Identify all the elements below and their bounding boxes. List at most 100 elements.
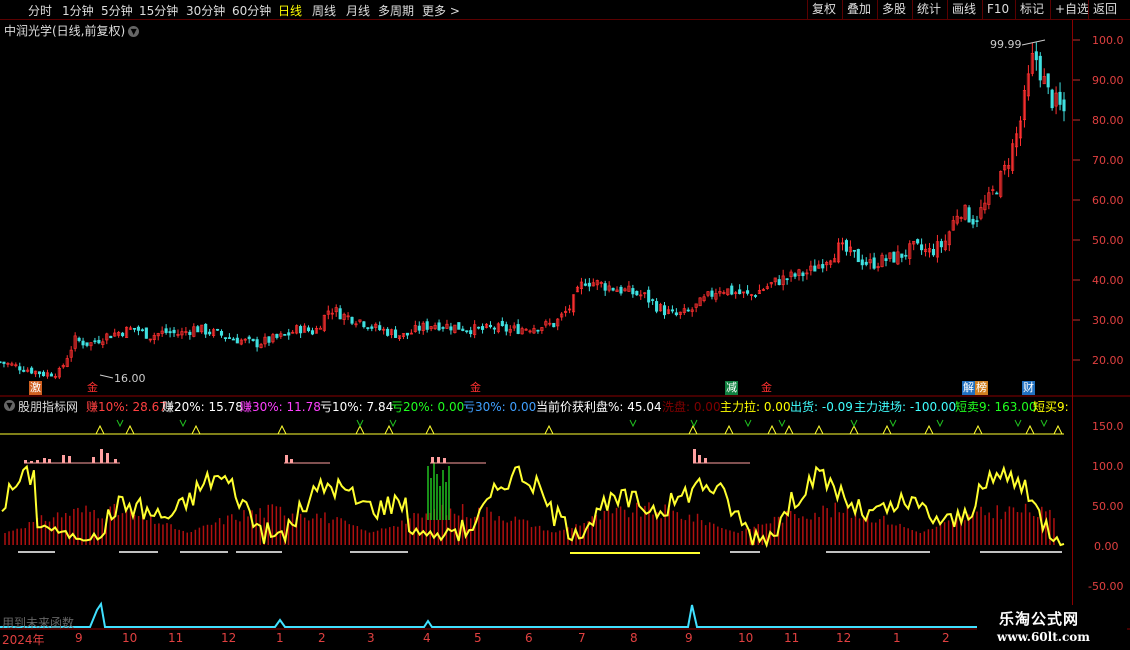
date-tick: 9: [685, 631, 693, 645]
candle-body: [299, 326, 303, 334]
date-tick: 2024年: [2, 633, 45, 647]
signal-spike: [191, 424, 201, 435]
candle-body: [30, 367, 34, 374]
candle-body: [38, 371, 42, 375]
date-axis: 2024年 9 10 11 12 1 2 3 4 5 6 7 8 9 10 11…: [0, 630, 1072, 650]
candle-body: [884, 258, 888, 261]
candle-body: [144, 327, 148, 339]
green-tick: [778, 419, 786, 428]
price-tick: 100.0: [1092, 34, 1124, 47]
candle-body: [188, 331, 192, 335]
candle-body: [785, 278, 789, 281]
candle-body: [1050, 89, 1054, 109]
pink-bar: [48, 459, 51, 463]
green-tick: [389, 419, 397, 428]
green-tick: [116, 419, 124, 428]
date-tick: 12: [836, 631, 852, 645]
candle-body: [306, 327, 311, 332]
indicator-name: 股朋指标网: [18, 400, 79, 413]
indicator-tick: 100.0: [1092, 460, 1124, 473]
candle-body: [813, 265, 817, 272]
candle-body: [469, 330, 473, 335]
signal-spike: [924, 424, 934, 435]
indicator-value: 短买9:: [1033, 400, 1069, 413]
candle-body: [738, 289, 742, 295]
price-tick: 20.00: [1092, 354, 1124, 367]
signal-spike: [724, 424, 734, 435]
candle-body: [121, 332, 125, 337]
candle-body: [801, 272, 805, 277]
candle-body: [208, 331, 212, 335]
candle-body: [587, 282, 591, 287]
cyan-signal-line: [0, 601, 977, 628]
pink-bar: [431, 457, 434, 463]
candle-body: [22, 369, 26, 372]
green-tick: [889, 419, 897, 428]
indicator-value: 赚30%: 11.78: [240, 400, 321, 413]
candle-body: [287, 332, 291, 336]
signal-badge: 金: [470, 381, 481, 394]
date-tick: 2: [318, 631, 326, 645]
candle-body: [481, 326, 485, 330]
candle-body: [223, 337, 228, 339]
candle-body: [247, 336, 251, 340]
candle-body: [852, 249, 856, 252]
candlestick-series: [0, 39, 1066, 380]
date-tick: 8: [630, 631, 638, 645]
candle-body: [267, 336, 271, 343]
candle-body: [275, 333, 279, 338]
candle-body: [366, 327, 370, 329]
candle-body: [168, 331, 172, 334]
green-tick: [690, 419, 698, 428]
candle-body: [647, 289, 651, 303]
watermark: 乐淘公式网 www.60lt.com: [977, 605, 1127, 650]
candle-body: [449, 326, 453, 331]
indicator-toggle[interactable]: ▼: [4, 398, 15, 412]
signal-badge: 减: [725, 381, 738, 395]
candle-body: [461, 328, 465, 331]
indicator-tick: 150.0: [1092, 420, 1124, 433]
candle-body: [516, 324, 520, 334]
indicator-value: 赚10%: 28.67: [86, 400, 167, 413]
green-tick: [629, 419, 637, 428]
indicator-value: 亏30%: 0.00: [463, 400, 537, 413]
candle-body: [370, 326, 374, 329]
candle-body: [931, 249, 936, 256]
indicator-value: 洗盘: 0.00: [662, 400, 721, 413]
pink-bar: [114, 459, 117, 463]
candle-body: [49, 373, 53, 377]
green-tick: [179, 419, 187, 428]
signal-badge: 金: [87, 381, 98, 394]
signal-spike: [384, 424, 394, 435]
date-tick: 9: [75, 631, 83, 645]
candle-body: [405, 332, 409, 336]
candle-body: [2, 361, 6, 364]
candle-body: [662, 305, 667, 316]
pink-bar: [437, 457, 440, 463]
candle-body: [872, 257, 876, 269]
green-tick: [1014, 419, 1022, 428]
high-arrow: [1021, 39, 1046, 46]
pink-bar: [106, 453, 109, 463]
indicator-value: 短卖9: 163.00: [955, 400, 1037, 413]
candle-body: [109, 335, 113, 339]
pink-bar: [92, 457, 95, 463]
candle-body: [611, 287, 615, 291]
price-tick: 90.00: [1092, 74, 1124, 87]
green-tick: [1040, 419, 1048, 428]
candle-body: [255, 339, 259, 348]
price-tick: 50.00: [1092, 234, 1124, 247]
signal-badge: 财: [1022, 381, 1035, 395]
candle-body: [488, 324, 493, 328]
price-tick: 40.00: [1092, 274, 1124, 287]
signal-spike: [767, 424, 777, 435]
candle-body: [97, 339, 101, 344]
candle-body: [916, 239, 920, 244]
candle-body: [310, 330, 315, 335]
candle-body: [215, 328, 220, 331]
candle-body: [196, 326, 200, 333]
signal-spike: [1053, 424, 1063, 435]
chevron-down-icon[interactable]: ▼: [4, 400, 15, 411]
signal-badge: 解: [962, 381, 975, 395]
indicator-value: 亏10%: 7.84: [320, 400, 394, 413]
